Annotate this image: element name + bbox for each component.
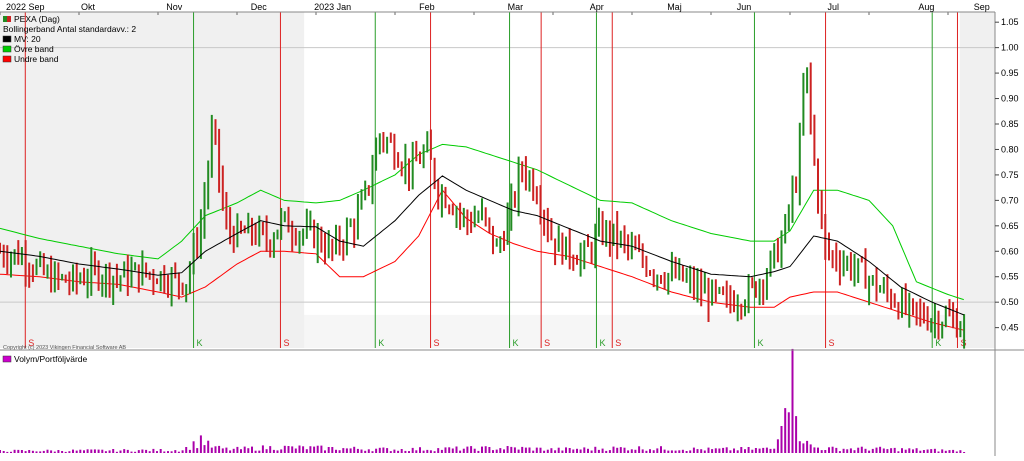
signal-label: K [513,338,519,348]
x-axis-label: Feb [419,2,435,12]
signal-label: S [829,338,835,348]
shade-region [959,12,995,348]
chart-svg: SKSKSKSKSKSKS 2022 SepOktNovDec2023 JanF… [0,0,1024,456]
x-axis-label: 2022 Sep [6,2,45,12]
y-tick-label: 0.70 [1001,195,1019,205]
volume-legend-swatch [2,355,12,363]
legend-label: Undre band [14,54,59,64]
y-tick-label: 0.95 [1001,68,1019,78]
signal-label: S [434,338,440,348]
x-axis-label: Okt [81,2,96,12]
y-tick-label: 0.60 [1001,246,1019,256]
legend-label: Bollingerband Antal standardavv.: 2 [3,24,136,34]
legend-label: Övre band [14,44,54,54]
x-axis-label: Apr [590,2,604,12]
x-axis-label: Sep [974,2,990,12]
x-axis-label: Aug [918,2,934,12]
y-tick-label: 0.75 [1001,170,1019,180]
x-axis-label: Mar [508,2,524,12]
y-tick-label: 1.05 [1001,17,1019,27]
signal-label: K [599,338,605,348]
signal-label: K [197,338,203,348]
legend-swatch [3,16,7,22]
legend-swatch [7,16,11,22]
x-axis-label: Maj [667,2,682,12]
shade-strip [0,314,995,348]
x-axis-label: Nov [166,2,183,12]
x-axis-label: Dec [251,2,268,12]
volume-legend-label: Volym/Portföljvärde [14,354,87,364]
legend-swatch [2,55,12,63]
y-tick-label: 0.55 [1001,272,1019,282]
signal-label: S [544,338,550,348]
signal-label: K [378,338,384,348]
x-axis-label: 2023 Jan [314,2,351,12]
legend-label: PEXA (Dag) [14,14,60,24]
y-tick-label: 0.65 [1001,221,1019,231]
y-tick-label: 0.85 [1001,119,1019,129]
x-axis-label: Jul [828,2,840,12]
signal-label: S [283,338,289,348]
stock-chart: SKSKSKSKSKSKS 2022 SepOktNovDec2023 JanF… [0,0,1024,456]
legend-label: MV: 20 [14,34,41,44]
x-axis-label: Jun [737,2,752,12]
copyright-text: Copyright (c) 2023 Vikingen Financial So… [3,345,126,351]
y-tick-label: 0.90 [1001,94,1019,104]
y-tick-label: 0.80 [1001,145,1019,155]
y-tick-label: 0.50 [1001,297,1019,307]
signal-label: K [757,338,763,348]
signal-label: S [615,338,621,348]
volume-legend: Volym/Portföljvärde [2,354,87,364]
y-tick-label: 0.45 [1001,323,1019,333]
legend-swatch [2,45,12,53]
legend-swatch [2,35,12,43]
y-tick-label: 1.00 [1001,43,1019,53]
